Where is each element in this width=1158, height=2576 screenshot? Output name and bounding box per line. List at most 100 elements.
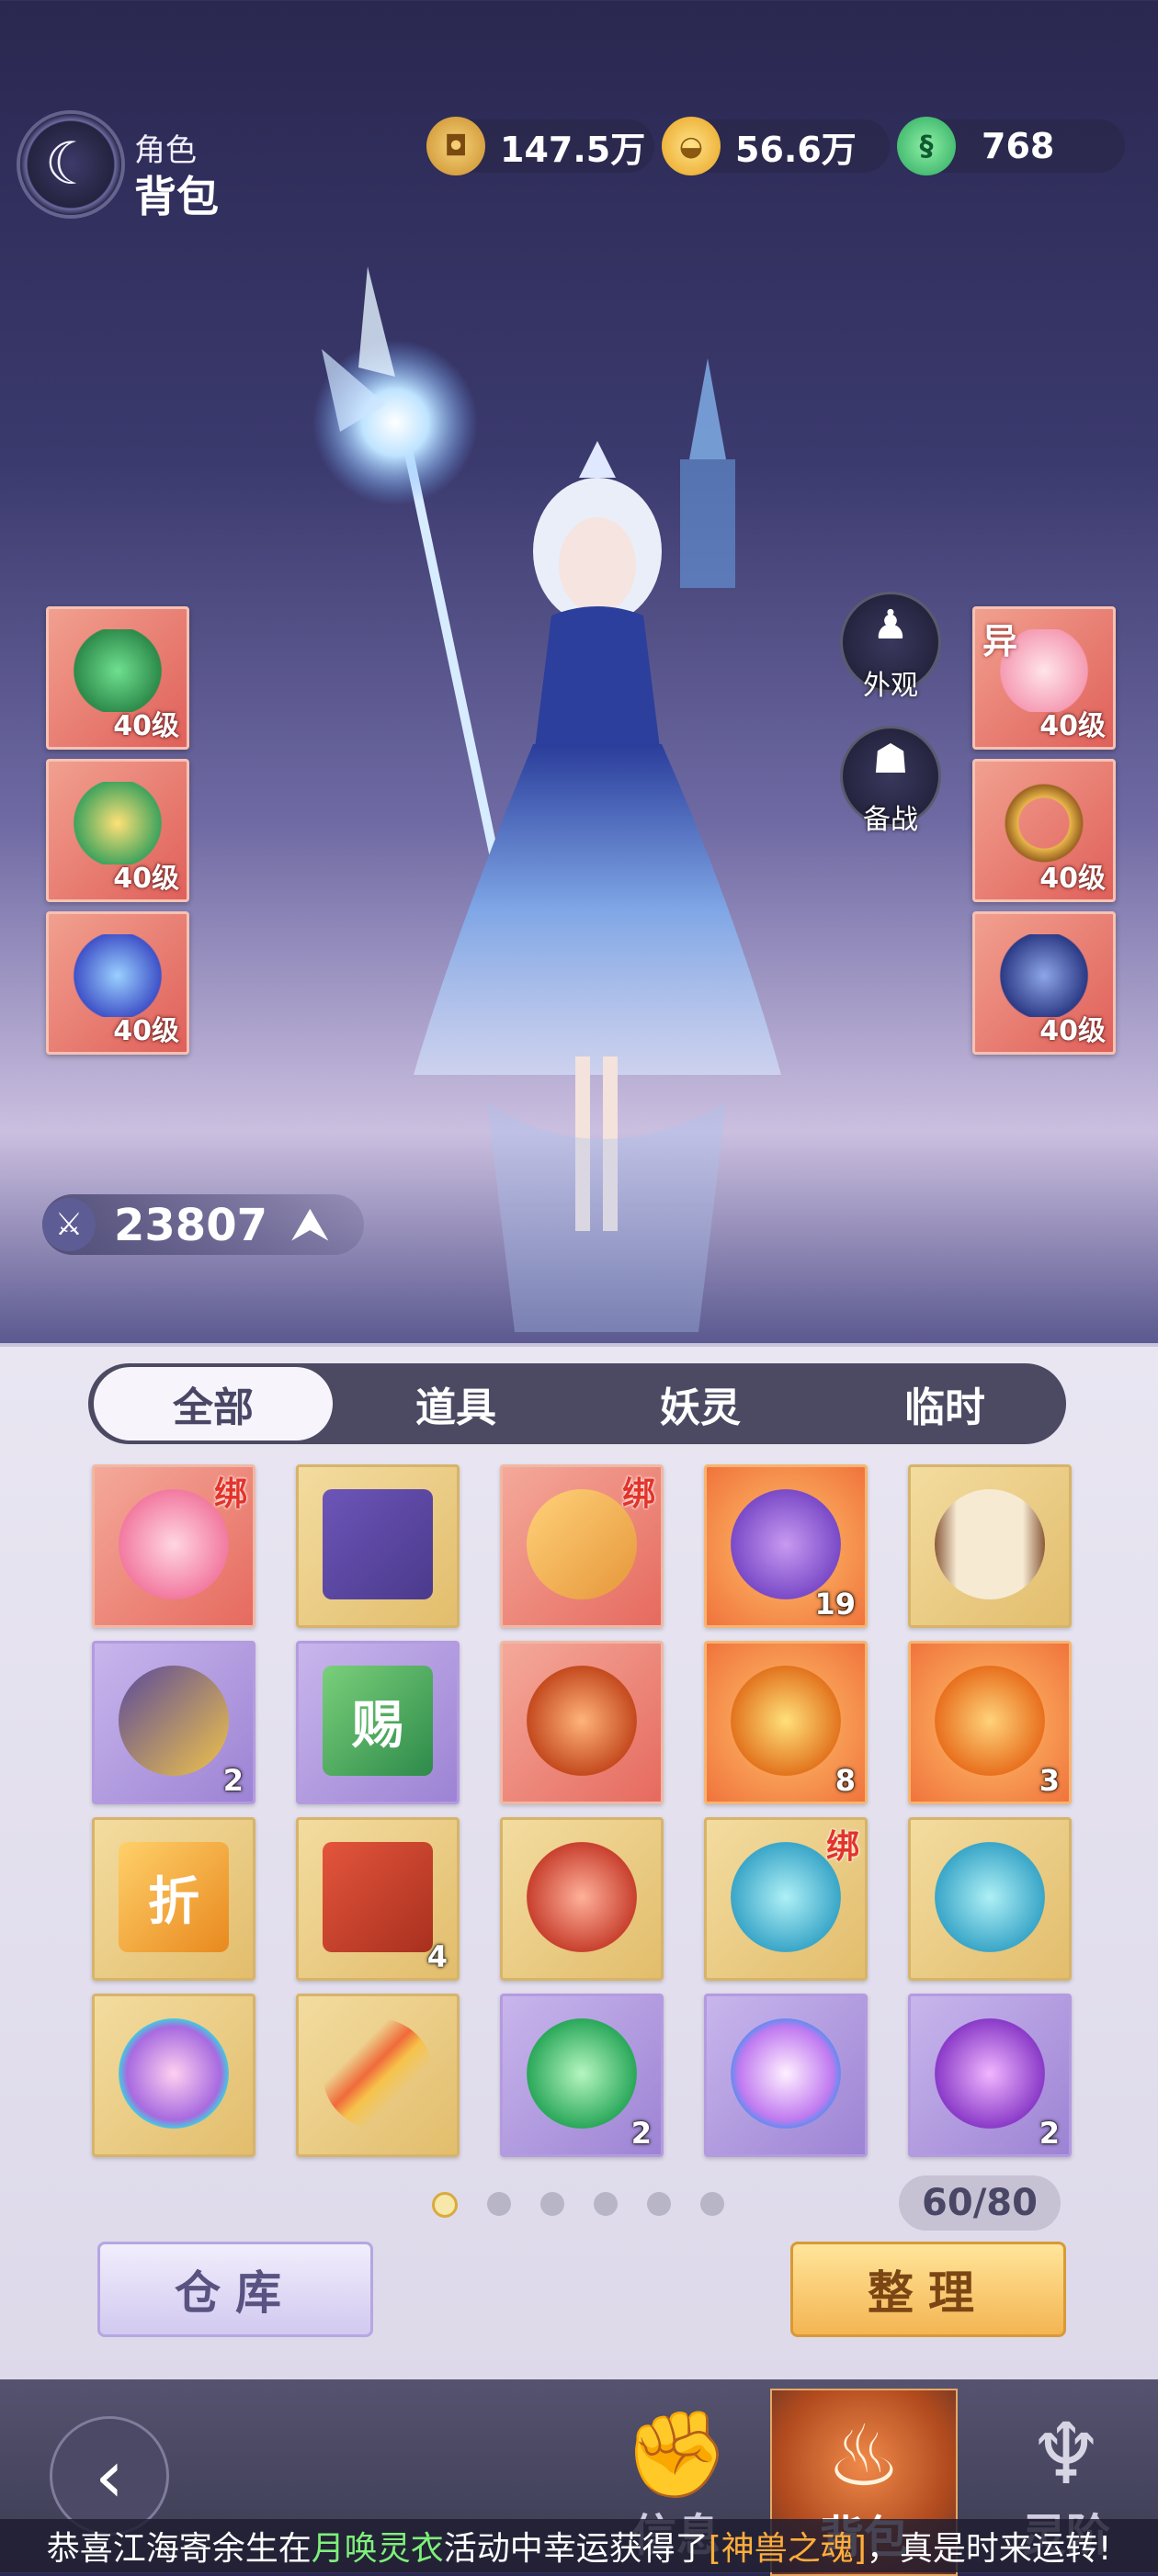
phoenix-feather-icon [323, 2018, 433, 2129]
spirit-icon: ☗ [872, 736, 909, 783]
standby-label: 备战 [863, 804, 918, 836]
pig-orb-icon [527, 1666, 637, 1776]
inventory-slot[interactable]: 绑 [704, 1817, 868, 1981]
treasure-bag-icon [731, 1489, 841, 1599]
page-dot-4[interactable] [594, 2192, 618, 2216]
inventory-slot[interactable] [908, 1817, 1072, 1981]
equip-level: 40级 [1039, 710, 1106, 742]
currency-copper-value: 147.5万 [500, 129, 646, 170]
boots-icon [998, 934, 1090, 1017]
page-dot-5[interactable] [647, 2192, 671, 2216]
inventory-slot[interactable] [296, 1464, 460, 1628]
item-count: 8 [834, 1763, 856, 1798]
crescent-moon-icon: ☾ [44, 130, 97, 198]
card-deck-icon [323, 1489, 433, 1599]
variant-tag: 异 [982, 621, 1018, 661]
inventory-slot[interactable] [704, 1994, 868, 2157]
tab-temporary[interactable]: 临时 [825, 1367, 1064, 1441]
currency-jade-value: 768 [982, 126, 1055, 166]
character-model[interactable] [303, 248, 873, 1332]
bag-capacity: 60/80 [899, 2175, 1061, 2231]
page-dot-3[interactable] [540, 2192, 564, 2216]
sword-icon: ⚔ [42, 1198, 96, 1251]
lotus-icon [119, 1489, 229, 1599]
equip-slot-right-2[interactable]: 40级 [972, 759, 1116, 902]
currency-gold[interactable]: ◒ 56.6万 [662, 117, 890, 175]
currency-copper[interactable]: ◘ 147.5万 [426, 117, 654, 175]
treasure-chest-icon [119, 1666, 229, 1776]
page-dot-6[interactable] [700, 2192, 724, 2216]
inventory-slot[interactable] [500, 1817, 664, 1981]
inventory-slot[interactable]: 19 [704, 1464, 868, 1628]
item-count: 4 [426, 1939, 448, 1974]
fox-orb-icon [935, 1666, 1045, 1776]
combat-power-value: 23807 [114, 1200, 267, 1251]
inventory-slot[interactable]: 4 [296, 1817, 460, 1981]
sort-button[interactable]: 整理 [790, 2242, 1066, 2337]
copper-coin-icon: ◘ [426, 117, 485, 175]
tab-spirits[interactable]: 妖灵 [581, 1367, 820, 1441]
rainbow-fruit-icon [119, 2018, 229, 2129]
equip-level: 40级 [113, 710, 179, 742]
fist-icon: ✊ [623, 2405, 730, 2503]
ticker-pre: 恭喜江海寄余生在 [46, 2530, 312, 2568]
bell-token-icon [731, 1666, 841, 1776]
ticker-reward: [神兽之魂] [708, 2530, 867, 2568]
taiji-book-icon [323, 1842, 433, 1952]
inventory-slot[interactable] [92, 1994, 255, 2157]
blue-orb-icon [731, 1842, 841, 1952]
page-dot-1[interactable] [432, 2192, 458, 2218]
inventory-slot[interactable]: 8 [704, 1641, 868, 1804]
equip-level: 40级 [113, 1015, 179, 1047]
appearance-button[interactable]: ♟ 外观 [840, 592, 941, 702]
inventory-slot[interactable]: 2 [908, 1994, 1072, 2157]
equip-level: 40级 [113, 863, 179, 895]
inventory-slot[interactable] [296, 1994, 460, 2157]
inventory-slot[interactable]: 绑 [92, 1464, 255, 1628]
bound-tag: 绑 [621, 1475, 655, 1513]
equip-slot-right-3[interactable]: 40级 [972, 911, 1116, 1055]
storage-button[interactable]: 仓库 [97, 2242, 373, 2337]
equip-level: 40级 [1039, 1015, 1106, 1047]
ticker-mid: 活动中幸运获得了 [443, 2530, 709, 2568]
equip-slot-left-3[interactable]: 40级 [46, 911, 189, 1055]
inventory-slot[interactable]: 3 [908, 1641, 1072, 1804]
upgrade-arrow-icon: ⮝ [290, 1198, 330, 1251]
amulet-icon [72, 782, 164, 864]
equip-level: 40级 [1039, 863, 1106, 895]
combat-power[interactable]: ⚔ 23807 ⮝ [42, 1194, 364, 1255]
jade-icon: § [897, 117, 956, 175]
inventory-slot[interactable]: 2 [500, 1994, 664, 2157]
inventory-slot[interactable]: 折 [92, 1817, 255, 1981]
inventory-slot[interactable] [908, 1464, 1072, 1628]
equip-slot-left-2[interactable]: 40级 [46, 759, 189, 902]
item-count: 2 [630, 2116, 652, 2151]
diamond-gem-icon [731, 2018, 841, 2129]
equip-slot-right-1[interactable]: 异 40级 [972, 606, 1116, 750]
inventory-slot[interactable] [500, 1641, 664, 1804]
tab-all[interactable]: 全部 [94, 1367, 333, 1441]
discount-card-icon: 折 [119, 1842, 229, 1952]
bracelet-icon [998, 782, 1090, 864]
tab-items[interactable]: 道具 [336, 1367, 575, 1441]
green-gem-icon [527, 2018, 637, 2129]
spiral-orb-icon [527, 1842, 637, 1952]
jade-pendant-icon [72, 629, 164, 712]
bound-tag: 绑 [213, 1475, 247, 1513]
gift-box-icon [527, 1489, 637, 1599]
currency-jade[interactable]: § 768 [897, 117, 1125, 175]
inventory-slot[interactable]: 赐 [296, 1641, 460, 1804]
bound-tag: 绑 [825, 1828, 859, 1866]
inventory-slot[interactable]: 绑 [500, 1464, 664, 1628]
scroll-icon [935, 1489, 1045, 1599]
page-dot-2[interactable] [487, 2192, 511, 2216]
back-button[interactable]: ‹ [50, 2416, 169, 2536]
item-count: 2 [1039, 2116, 1060, 2151]
back-arrow-icon: ‹ [95, 2433, 124, 2519]
ticker-post: ，真是时来运转! [866, 2530, 1112, 2568]
equip-slot-left-1[interactable]: 40级 [46, 606, 189, 750]
inventory-slot[interactable]: 2 [92, 1641, 255, 1804]
blue-orb-icon [935, 1842, 1045, 1952]
announcement-ticker: 恭喜江海寄余生在 月唤灵衣 活动中幸运获得了 [神兽之魂] ，真是时来运转! [0, 2519, 1158, 2572]
standby-button[interactable]: ☗ 备战 [840, 726, 941, 836]
